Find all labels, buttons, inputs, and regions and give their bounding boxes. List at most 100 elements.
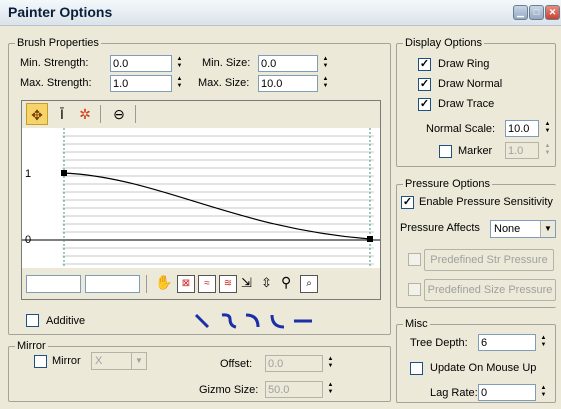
pressure-affects-dropdown[interactable]: None ▼ <box>490 220 556 238</box>
predefined-size-pressure-button[interactable]: Predefined Size Pressure <box>424 279 556 301</box>
predefined-size-pressure-label: Predefined Size Pressure <box>427 284 553 296</box>
tree-depth-spinner[interactable]: ▲▼ <box>478 334 550 351</box>
gizmo-size-spinner[interactable]: ▲▼ <box>265 381 337 398</box>
spinner-arrows-icon[interactable]: ▲ ▼ <box>543 143 552 158</box>
marker-label: Marker <box>458 145 493 157</box>
draw-trace-checkbox[interactable]: ✓ <box>418 98 431 111</box>
mirror-checkbox[interactable] <box>34 355 47 368</box>
normal-scale-label: Normal Scale: <box>426 123 496 135</box>
zoom-horizontal-extents-icon[interactable]: ≈ <box>198 275 216 293</box>
zoom-extents-icon[interactable]: ⊠ <box>177 275 195 293</box>
spinner-arrows-icon[interactable]: ▲ ▼ <box>321 56 330 71</box>
enable-pressure-label: Enable Pressure Sensitivity <box>419 196 553 208</box>
max-size-spinner[interactable]: ▲▼ <box>258 75 332 92</box>
spinner-arrows-icon[interactable]: ▲ ▼ <box>543 121 552 136</box>
pressure-affects-value: None <box>494 223 521 235</box>
predefined-str-pressure-button[interactable]: Predefined Str Pressure <box>424 249 554 271</box>
toolbar-divider <box>100 105 101 123</box>
predefined-size-checkbox[interactable] <box>408 283 421 296</box>
predefined-str-checkbox[interactable] <box>408 253 421 266</box>
maximize-button[interactable]: □ <box>529 5 544 20</box>
pan-hand-icon[interactable]: ✋ <box>155 274 172 291</box>
mirror-label: Mirror <box>52 355 81 367</box>
enable-pressure-checkbox[interactable]: ✓ <box>401 196 414 209</box>
delete-point-icon[interactable]: ⊖ <box>108 103 130 125</box>
min-size-input[interactable] <box>258 55 318 72</box>
spinner-arrows-icon[interactable]: ▲ ▼ <box>175 76 184 91</box>
min-strength-input[interactable] <box>110 55 172 72</box>
gizmo-size-label: Gizmo Size: <box>199 384 259 396</box>
zoom-horizontal-icon[interactable]: ⇲ <box>241 275 252 291</box>
min-strength-spinner[interactable]: ▲▼ <box>110 55 186 72</box>
max-strength-input[interactable] <box>110 75 172 92</box>
pressure-options-legend: Pressure Options <box>405 178 490 190</box>
graph-label-zero: 0 <box>25 234 32 246</box>
max-size-input[interactable] <box>258 75 318 92</box>
zoom-vertical-icon[interactable]: ⇳ <box>261 275 272 291</box>
graph-label-one: 1 <box>25 168 32 180</box>
mirror-axis-value: X <box>95 355 103 367</box>
draw-normal-label: Draw Normal <box>438 78 503 90</box>
toolbar-divider <box>146 275 147 293</box>
mirror-axis-dropdown[interactable]: X ▼ <box>91 352 147 370</box>
spinner-arrows-icon[interactable]: ▲ ▼ <box>539 335 548 350</box>
draw-ring-label: Draw Ring <box>438 58 490 70</box>
zoom-icon[interactable]: ⚲ <box>281 274 291 291</box>
normal-scale-spinner[interactable]: ▲▼ <box>505 120 553 137</box>
lag-rate-input[interactable] <box>478 384 536 401</box>
marker-checkbox[interactable] <box>439 145 452 158</box>
insert-point-icon[interactable]: ✲ <box>74 103 96 125</box>
spinner-arrows-icon[interactable]: ▲ ▼ <box>539 385 548 400</box>
marker-input[interactable] <box>505 142 539 159</box>
linear-falloff-preset-icon[interactable] <box>194 313 210 329</box>
curve-start-point <box>61 170 67 176</box>
chevron-down-icon: ▼ <box>540 221 555 237</box>
zoom-vertical-extents-icon[interactable]: ≋ <box>219 275 237 293</box>
additive-label: Additive <box>46 315 86 327</box>
max-strength-label: Max. Strength: <box>20 77 92 89</box>
spinner-arrows-icon[interactable]: ▲ ▼ <box>326 356 335 371</box>
min-strength-label: Min. Strength: <box>20 57 89 69</box>
tree-depth-label: Tree Depth: <box>410 337 468 349</box>
move-points-icon[interactable]: ✥ <box>26 103 48 125</box>
fast-falloff-preset-icon[interactable] <box>270 314 285 329</box>
gizmo-size-input[interactable] <box>265 381 323 398</box>
lag-rate-spinner[interactable]: ▲▼ <box>478 384 550 401</box>
min-size-label: Min. Size: <box>202 57 251 69</box>
falloff-curve-editor: ✥ Ī ✲ ⊖ 1 0 ✋ ⊠ ≈ ≋ ⇲ ⇳ ⚲ ⌕ <box>21 100 381 300</box>
spinner-arrows-icon[interactable]: ▲ ▼ <box>175 56 184 71</box>
max-strength-spinner[interactable]: ▲▼ <box>110 75 186 92</box>
minimize-button[interactable]: ▁ <box>513 5 528 20</box>
slow-falloff-preset-icon[interactable] <box>245 313 260 328</box>
pressure-affects-label: Pressure Affects <box>400 222 480 234</box>
additive-checkbox[interactable] <box>26 314 39 327</box>
smooth-falloff-preset-icon[interactable] <box>221 313 237 329</box>
normal-scale-input[interactable] <box>505 120 539 137</box>
curve-end-point <box>367 236 373 242</box>
zoom-region-icon[interactable]: ⌕ <box>300 275 318 293</box>
marker-spinner[interactable]: ▲▼ <box>505 142 553 159</box>
spinner-arrows-icon[interactable]: ▲ ▼ <box>321 76 330 91</box>
window-title: Painter Options <box>8 4 113 20</box>
scale-point-icon[interactable]: Ī <box>51 103 73 125</box>
curve-y-field[interactable] <box>85 275 140 293</box>
draw-ring-checkbox[interactable]: ✓ <box>418 58 431 71</box>
draw-normal-checkbox[interactable]: ✓ <box>418 78 431 91</box>
offset-spinner[interactable]: ▲▼ <box>265 355 337 372</box>
brush-properties-legend: Brush Properties <box>17 37 99 49</box>
falloff-curve-graph[interactable] <box>22 128 380 268</box>
tree-depth-input[interactable] <box>478 334 536 351</box>
display-options-legend: Display Options <box>405 37 483 49</box>
offset-input[interactable] <box>265 355 323 372</box>
curve-x-field[interactable] <box>26 275 81 293</box>
max-size-label: Max. Size: <box>198 77 250 89</box>
min-size-spinner[interactable]: ▲▼ <box>258 55 332 72</box>
misc-legend: Misc <box>405 318 428 330</box>
update-on-mouse-up-checkbox[interactable] <box>410 362 423 375</box>
predefined-str-pressure-label: Predefined Str Pressure <box>430 254 548 266</box>
update-on-mouse-up-label: Update On Mouse Up <box>430 362 537 374</box>
offset-label: Offset: <box>220 358 253 370</box>
close-button[interactable]: ✕ <box>545 5 560 20</box>
spinner-arrows-icon[interactable]: ▲ ▼ <box>326 382 335 397</box>
toolbar-divider <box>135 105 136 123</box>
